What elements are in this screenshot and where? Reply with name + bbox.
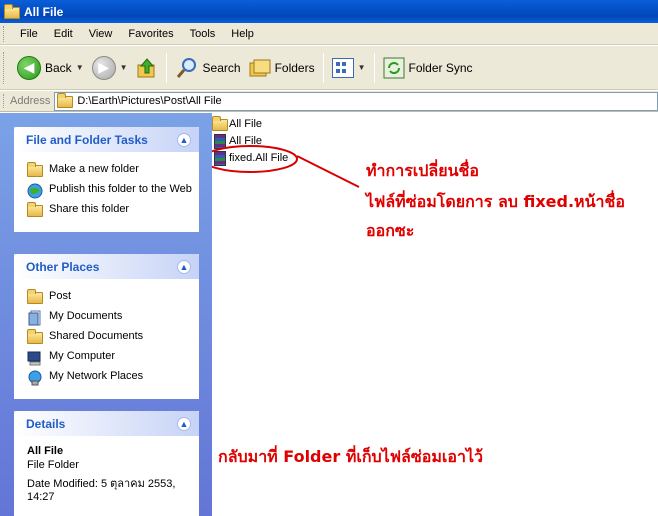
computer-icon [27,350,43,366]
views-icon [331,57,354,78]
toolbar-grip[interactable] [3,25,7,42]
panel-header[interactable]: Details ▲ [14,411,199,436]
details-panel: Details ▲ All File File Folder Date Modi… [14,411,199,516]
annotation-rename-3: ออกซะ [366,221,415,240]
menu-view[interactable]: View [81,25,121,43]
task-label: Make a new folder [49,163,139,175]
task-share-folder[interactable]: Share this folder [27,202,192,219]
annotation-rename-1: ทำการเปลี่ยนชื่อ [366,161,480,180]
menu-favorites[interactable]: Favorites [120,25,181,43]
chevron-down-icon[interactable]: ▼ [120,63,128,72]
panel-body: All File File Folder Date Modified: 5 ตุ… [14,436,199,516]
task-label: Share this folder [49,203,130,215]
panel-title: Details [26,416,66,431]
collapse-icon[interactable]: ▲ [177,132,191,147]
details-modified: Date Modified: 5 ตุลาคม 2553, 14:27 [27,478,176,503]
title-bar: All File [0,0,658,23]
toolbar-separator [373,52,375,83]
back-arrow-icon: ◀ [17,55,41,80]
toolbar-grip[interactable] [3,94,7,108]
folder-icon [57,93,74,108]
task-label: Publish this folder to the Web [49,183,192,195]
network-icon [27,370,43,386]
forward-arrow-icon: ▶ [91,55,116,80]
search-button[interactable]: Search [171,52,245,84]
place-label: My Network Places [49,370,144,382]
place-label: My Computer [49,350,116,362]
folder-sync-label: Folder Sync [408,60,473,75]
collapse-icon[interactable]: ▲ [177,416,191,431]
file-list[interactable]: All File All File fixed.All File ทำการเป… [212,113,658,516]
chevron-down-icon[interactable]: ▼ [76,63,84,72]
shared-folder-icon [27,329,43,346]
address-label: Address [10,95,51,107]
panel-body: Post My Documents Shared Documents My Co… [14,279,199,399]
toolbar-separator [165,52,167,83]
panel-body: Make a new folder Publish this folder to… [14,152,199,232]
share-folder-icon [27,202,43,219]
panel-header[interactable]: File and Folder Tasks ▲ [14,127,199,152]
folders-button[interactable]: Folders [245,52,319,84]
forward-button[interactable]: ▶ ▼ [88,52,132,84]
menu-file[interactable]: File [12,25,46,43]
toolbar-separator [322,52,324,83]
up-button[interactable] [132,52,162,84]
annotation-back-note: กลับมาที่ Folder ที่เก็บไฟล์ซ่อมเอาไว้ [218,447,483,466]
folder-up-icon [136,57,158,79]
menu-help[interactable]: Help [223,25,262,43]
place-my-computer[interactable]: My Computer [27,350,192,366]
place-label: Post [49,290,72,302]
chevron-down-icon[interactable]: ▼ [358,63,366,72]
task-new-folder[interactable]: Make a new folder [27,162,192,179]
file-folder-tasks-panel: File and Folder Tasks ▲ Make a new folde… [14,127,199,232]
views-button[interactable]: ▼ [328,52,370,84]
menu-bar: File Edit View Favorites Tools Help [0,23,658,45]
back-button[interactable]: ◀ Back ▼ [13,52,88,84]
window-title: All File [24,4,64,19]
details-type: File Folder [27,459,79,471]
place-my-documents[interactable]: My Documents [27,310,192,326]
panel-title: File and Folder Tasks [26,132,148,147]
place-post[interactable]: Post [27,289,192,306]
panel-title: Other Places [26,259,100,274]
folders-label: Folders [274,60,315,75]
sync-icon [383,57,405,79]
search-icon [175,56,199,80]
other-places-panel: Other Places ▲ Post My Documents Shared … [14,254,199,399]
address-bar: Address D:\Earth\Pictures\Post\All File [0,91,658,112]
back-label: Back [45,60,72,75]
new-folder-icon [27,162,43,179]
panel-header[interactable]: Other Places ▲ [14,254,199,279]
standard-toolbar: ◀ Back ▼ ▶ ▼ Search Folders ▼ Folder Syn… [0,46,658,90]
documents-icon [27,310,43,326]
task-pane: File and Folder Tasks ▲ Make a new folde… [0,113,212,516]
address-input[interactable]: D:\Earth\Pictures\Post\All File [54,91,658,111]
folder-icon [27,289,43,306]
toolbar-grip[interactable] [3,51,7,84]
task-publish-web[interactable]: Publish this folder to the Web [27,183,192,199]
search-label: Search [202,60,241,75]
place-label: Shared Documents [49,330,144,342]
address-path: D:\Earth\Pictures\Post\All File [77,95,222,107]
place-shared-documents[interactable]: Shared Documents [27,329,192,346]
folders-icon [249,57,271,79]
collapse-icon[interactable]: ▲ [177,259,191,274]
place-label: My Documents [49,310,123,322]
annotation-rename-2: ไฟล์ที่ซ่อมโดยการ ลบ fixed.หน้าชื่อ [366,192,625,211]
details-name: All File [27,445,64,457]
place-my-network[interactable]: My Network Places [27,370,192,386]
menu-edit[interactable]: Edit [46,25,81,43]
folder-sync-button[interactable]: Folder Sync [379,52,477,84]
globe-icon [27,183,43,199]
folder-icon [4,4,20,19]
menu-tools[interactable]: Tools [182,25,224,43]
